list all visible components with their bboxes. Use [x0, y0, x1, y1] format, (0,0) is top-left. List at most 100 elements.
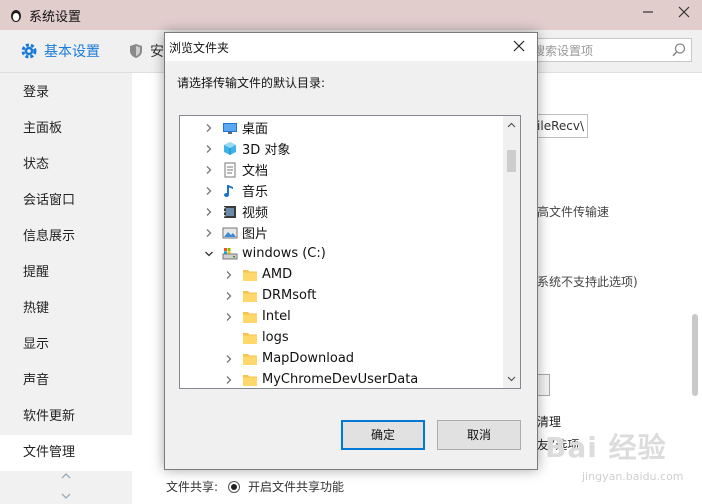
3d-objects-icon [224, 141, 236, 155]
tree-item-label: 文档 [242, 164, 269, 179]
tree-item[interactable]: 桌面 [180, 117, 520, 138]
folder-icon [243, 290, 257, 302]
close-window-button[interactable] [676, 6, 692, 22]
scroll-down-arrow-icon[interactable] [507, 374, 516, 383]
sidebar-item-main-panel[interactable]: 主面板 [0, 111, 132, 147]
chevron-right-icon[interactable] [204, 186, 214, 196]
folder-icon [243, 353, 257, 365]
chevron-right-icon[interactable] [204, 228, 214, 238]
chevron-down-icon[interactable] [204, 249, 214, 259]
file-share-option[interactable]: 开启文件共享功能 [248, 478, 344, 495]
file-share-radio[interactable] [228, 480, 241, 493]
settings-sidebar: 登录 主面板 状态 会话窗口 信息展示 提醒 热键 显示 声音 软件更新 文件管… [0, 73, 132, 504]
minimize-button[interactable] [640, 6, 656, 22]
tree-item-label: 桌面 [242, 122, 269, 137]
sidebar-item-sound[interactable]: 声音 [0, 363, 132, 399]
folder-icon [243, 269, 257, 281]
file-share-row: 文件共享: 开启文件共享功能 [166, 478, 344, 495]
ok-button[interactable]: 确定 [341, 420, 425, 450]
folder-icon [243, 374, 257, 386]
tree-scrollbar-thumb[interactable] [507, 150, 516, 172]
tree-item-label: MapDownload [262, 351, 355, 366]
folder-tree[interactable]: 桌面 3D 对象文档音乐视频图片 windows (C:) AMD DRMsoft Int… [179, 115, 521, 389]
chevron-right-icon[interactable] [204, 165, 214, 175]
tab-security[interactable]: 安 [128, 41, 164, 61]
dialog-title: 浏览文件夹 [169, 41, 230, 55]
tree-item[interactable]: windows (C:) [180, 243, 520, 264]
tree-item[interactable]: 视频 [180, 201, 520, 222]
folder-icon [243, 311, 257, 323]
tree-item-label: 视频 [242, 206, 269, 221]
sidebar-item-login[interactable]: 登录 [0, 75, 132, 111]
chevron-right-icon[interactable] [224, 312, 234, 322]
tree-item-label: 3D 对象 [242, 143, 291, 158]
search-icon[interactable] [671, 42, 687, 58]
close-icon [678, 6, 690, 18]
scroll-up-arrow-icon[interactable] [507, 121, 516, 130]
no-expander-spacer [224, 333, 234, 343]
tree-item-label: 音乐 [242, 185, 269, 200]
search-input[interactable] [531, 41, 669, 61]
sidebar-item-status[interactable]: 状态 [0, 147, 132, 183]
watermark-logo: Bai 经验 [545, 431, 667, 464]
chevron-right-icon[interactable] [204, 144, 214, 154]
chevron-expand-icon[interactable] [60, 472, 72, 502]
tab-basic-label: 基本设置 [44, 44, 100, 60]
sidebar-item-display[interactable]: 显示 [0, 327, 132, 363]
chevron-right-icon[interactable] [204, 207, 214, 217]
sidebar-item-chat-window[interactable]: 会话窗口 [0, 183, 132, 219]
penguin-app-icon [11, 10, 21, 22]
folder-icon [243, 332, 257, 344]
sidebar-item-software-update[interactable]: 软件更新 [0, 399, 132, 435]
gear-icon [21, 43, 37, 59]
tree-scrollbar[interactable] [503, 116, 520, 388]
shield-icon [130, 44, 142, 58]
chevron-right-icon[interactable] [224, 270, 234, 280]
sidebar-item-info-display[interactable]: 信息展示 [0, 219, 132, 255]
tree-item[interactable]: DRMsoft [180, 285, 520, 306]
search-box[interactable] [524, 38, 692, 62]
tree-item[interactable]: Intel [180, 306, 520, 327]
chevron-right-icon[interactable] [224, 354, 234, 364]
video-icon [224, 205, 236, 218]
tree-item[interactable]: logs [180, 327, 520, 348]
file-share-label: 文件共享: [166, 480, 219, 494]
tree-item[interactable]: MapDownload [180, 348, 520, 369]
tree-item[interactable]: 文档 [180, 159, 520, 180]
content-scrollbar-thumb[interactable] [692, 314, 698, 396]
tree-item-label: AMD [262, 267, 293, 282]
chevron-right-icon[interactable] [224, 375, 234, 385]
tree-item-label: logs [262, 330, 289, 345]
tab-security-label: 安 [150, 44, 164, 60]
chevron-right-icon[interactable] [224, 291, 234, 301]
tree-item-label: 图片 [242, 227, 269, 242]
sidebar-item-file-management[interactable]: 文件管理 [0, 435, 132, 471]
sidebar-item-reminder[interactable]: 提醒 [0, 255, 132, 291]
desktop-icon [223, 122, 237, 134]
document-icon [224, 162, 236, 177]
tree-item[interactable]: MyChromeDevUserData [180, 369, 520, 388]
close-icon[interactable] [511, 38, 527, 54]
chevron-right-icon[interactable] [204, 123, 214, 133]
tree-item[interactable]: 音乐 [180, 180, 520, 201]
transfer-speed-text: 高文件传输速 [537, 205, 610, 219]
music-icon [224, 184, 233, 197]
tree-item[interactable]: 图片 [180, 222, 520, 243]
browse-folder-dialog: 浏览文件夹 请选择传输文件的默认目录: 桌面 3D 对象 文档 音乐 视频 图片 windo… [164, 32, 538, 470]
watermark-url: jingyan.baidu.com [582, 470, 684, 483]
tab-basic-settings[interactable]: 基本设置 [20, 41, 100, 61]
drive-icon [222, 247, 238, 259]
window-title: 系统设置 [29, 10, 82, 25]
tree-item-label: DRMsoft [262, 288, 317, 303]
tree-item-label: windows (C:) [242, 246, 326, 261]
dialog-title-bar: 浏览文件夹 [165, 33, 537, 61]
tree-item-label: Intel [262, 309, 291, 324]
sidebar-item-hotkeys[interactable]: 热键 [0, 291, 132, 327]
title-bar: 系统设置 [0, 0, 702, 30]
picture-icon [222, 227, 238, 238]
system-unsupported-text: 系统不支持此选项) [537, 275, 638, 289]
cancel-button[interactable]: 取消 [437, 420, 521, 450]
tree-item[interactable]: AMD [180, 264, 520, 285]
tree-item-label: MyChromeDevUserData [262, 372, 419, 387]
tree-item[interactable]: 3D 对象 [180, 138, 520, 159]
